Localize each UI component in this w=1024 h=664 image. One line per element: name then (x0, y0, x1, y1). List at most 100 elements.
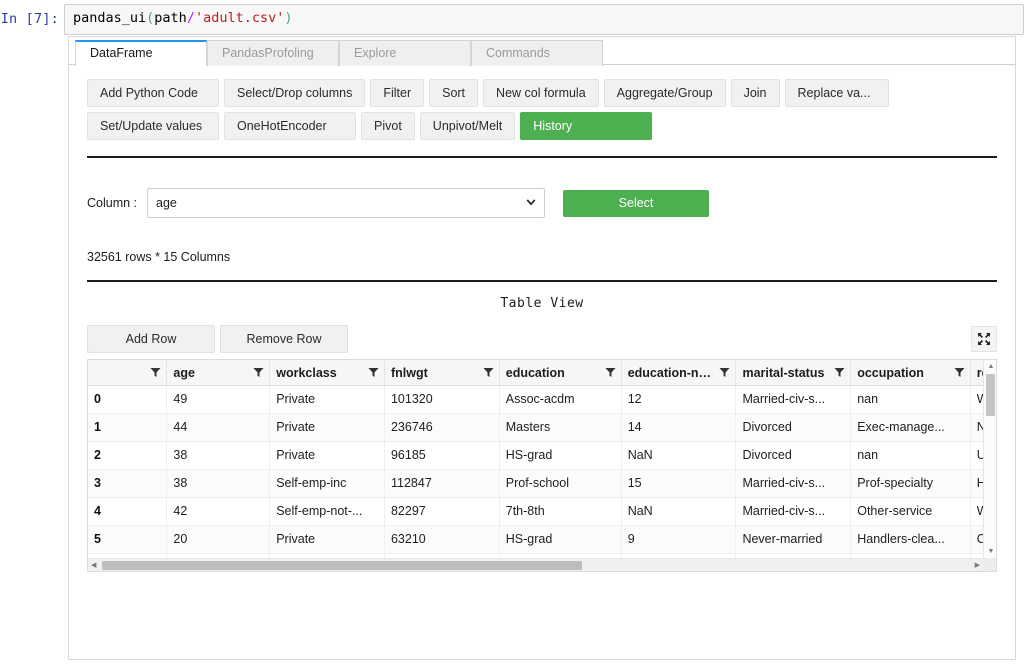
filter-icon[interactable] (483, 367, 494, 378)
cell-fnlwgt[interactable]: 101320 (384, 385, 500, 414)
cell-education-num[interactable]: 15 (621, 469, 737, 498)
sort-button[interactable]: Sort (429, 79, 479, 107)
pivot-button[interactable]: Pivot (361, 112, 415, 140)
cell-marital-status[interactable]: Divorced (735, 413, 852, 442)
cell-occupation[interactable]: nan (850, 441, 971, 470)
filter-icon[interactable] (834, 367, 845, 378)
cell-fnlwgt[interactable]: 236746 (384, 413, 500, 442)
join-button[interactable]: Join (730, 79, 780, 107)
cell-workclass[interactable]: Private (269, 441, 385, 470)
add-python-code-button[interactable]: Add Python Code (87, 79, 219, 107)
filter-icon[interactable] (954, 367, 965, 378)
cell-marital-status[interactable]: Married-civ-s... (735, 497, 852, 526)
cell-workclass[interactable]: Self-emp-inc (269, 469, 385, 498)
cell-relationship[interactable]: Unmarried (970, 441, 983, 470)
col-header-education-num[interactable]: education-num (621, 360, 737, 386)
cell-fnlwgt[interactable]: 96185 (384, 441, 500, 470)
cell-age[interactable]: 38 (166, 441, 271, 470)
table-row[interactable]: 5 20 Private 63210 HS-grad 9 Never-marri… (88, 525, 983, 554)
filter-icon[interactable] (605, 367, 616, 378)
scroll-left-icon[interactable]: ◀ (91, 562, 96, 569)
cell-marital-status[interactable]: Married-civ-s... (735, 469, 852, 498)
col-header-age[interactable]: age (166, 360, 271, 386)
cell-marital-status[interactable]: Married-civ-s... (735, 385, 852, 414)
new-col-formula-button[interactable]: New col formula (483, 79, 599, 107)
cell-age[interactable]: 49 (166, 385, 271, 414)
expand-icon[interactable] (971, 326, 997, 352)
cell-occupation[interactable]: nan (850, 385, 971, 414)
table-row[interactable]: 2 38 Private 96185 HS-grad NaN Divorced … (88, 441, 983, 470)
cell-occupation[interactable]: Prof-specialty (850, 469, 971, 498)
tab-explore[interactable]: Explore (339, 40, 471, 66)
cell-education-num[interactable]: NaN (621, 441, 737, 470)
set-update-values-button[interactable]: Set/Update values (87, 112, 219, 140)
table-row[interactable]: 0 49 Private 101320 Assoc-acdm 12 Marrie… (88, 385, 983, 414)
cell-age[interactable]: 20 (166, 525, 271, 554)
filter-icon[interactable] (253, 367, 264, 378)
cell-marital-status[interactable]: Divorced (735, 441, 852, 470)
cell-education[interactable]: Prof-school (499, 469, 622, 498)
aggregate-group-button[interactable]: Aggregate/Group (603, 79, 726, 107)
scroll-down-icon[interactable]: ▼ (988, 548, 995, 555)
history-button[interactable]: History (520, 112, 653, 140)
cell-relationship[interactable]: Husband (970, 469, 983, 498)
cell-occupation[interactable]: Handlers-clea... (850, 525, 971, 554)
filter-icon[interactable] (150, 367, 161, 378)
cell-relationship[interactable]: Own-child (970, 525, 983, 554)
cell-workclass[interactable]: Private (269, 525, 385, 554)
cell-workclass[interactable]: Private (269, 413, 385, 442)
cell-education[interactable]: 7th-8th (499, 497, 622, 526)
col-header-education[interactable]: education (499, 360, 622, 386)
remove-row-button[interactable]: Remove Row (220, 325, 348, 353)
cell-education[interactable]: HS-grad (499, 441, 622, 470)
col-header-occupation[interactable]: occupation (850, 360, 971, 386)
filter-icon[interactable] (368, 367, 379, 378)
cell-relationship[interactable]: Not-in-family (970, 413, 983, 442)
col-header-relationship[interactable]: relationship (970, 360, 983, 386)
table-row[interactable]: 4 42 Self-emp-not-... 82297 7th-8th NaN … (88, 497, 983, 526)
cell-marital-status[interactable]: Never-married (735, 525, 852, 554)
filter-icon[interactable] (719, 367, 730, 378)
col-header-fnlwgt[interactable]: fnlwgt (384, 360, 500, 386)
cell-education[interactable]: HS-grad (499, 525, 622, 554)
vertical-scrollbar[interactable]: ▲ ▼ (983, 360, 996, 558)
horizontal-scroll-thumb[interactable] (102, 561, 582, 570)
cell-relationship[interactable]: Wife (970, 385, 983, 414)
cell-workclass[interactable]: Self-emp-not-... (269, 497, 385, 526)
col-header-marital-status[interactable]: marital-status (735, 360, 852, 386)
cell-occupation[interactable]: Other-service (850, 497, 971, 526)
scroll-up-icon[interactable]: ▲ (988, 363, 995, 370)
column-select[interactable]: age (147, 188, 546, 218)
cell-education-num[interactable]: 9 (621, 525, 737, 554)
cell-occupation[interactable]: Exec-manage... (850, 413, 971, 442)
cell-education[interactable]: Assoc-acdm (499, 385, 622, 414)
table-row[interactable]: 3 38 Self-emp-inc 112847 Prof-school 15 … (88, 469, 983, 498)
cell-fnlwgt[interactable]: 82297 (384, 497, 500, 526)
select-drop-columns-button[interactable]: Select/Drop columns (224, 79, 366, 107)
filter-button[interactable]: Filter (370, 79, 425, 107)
add-row-button[interactable]: Add Row (87, 325, 215, 353)
cell-education[interactable]: Masters (499, 413, 622, 442)
cell-fnlwgt[interactable]: 63210 (384, 525, 500, 554)
tab-pandasprofiling[interactable]: PandasProfoling (207, 40, 339, 66)
vertical-scroll-thumb[interactable] (986, 374, 995, 416)
onehotencoder-button[interactable]: OneHotEncoder (224, 112, 356, 140)
select-button[interactable]: Select (563, 189, 710, 217)
cell-age[interactable]: 38 (166, 469, 271, 498)
table-row[interactable]: 1 44 Private 236746 Masters 14 Divorced … (88, 413, 983, 442)
code-input-area[interactable]: pandas_ui(path/'adult.csv') (64, 4, 1024, 35)
cell-workclass[interactable]: Private (269, 385, 385, 414)
cell-fnlwgt[interactable]: 112847 (384, 469, 500, 498)
col-header-index[interactable] (88, 360, 168, 386)
cell-age[interactable]: 42 (166, 497, 271, 526)
cell-education-num[interactable]: 14 (621, 413, 737, 442)
cell-education-num[interactable]: NaN (621, 497, 737, 526)
col-header-workclass[interactable]: workclass (269, 360, 385, 386)
horizontal-scrollbar[interactable]: ◀ ▶ (88, 558, 983, 571)
cell-relationship[interactable]: Wife (970, 497, 983, 526)
unpivot-melt-button[interactable]: Unpivot/Melt (419, 112, 516, 140)
tab-dataframe[interactable]: DataFrame (75, 40, 207, 66)
tab-commands[interactable]: Commands (471, 40, 603, 66)
cell-education-num[interactable]: 12 (621, 385, 737, 414)
cell-age[interactable]: 44 (166, 413, 271, 442)
